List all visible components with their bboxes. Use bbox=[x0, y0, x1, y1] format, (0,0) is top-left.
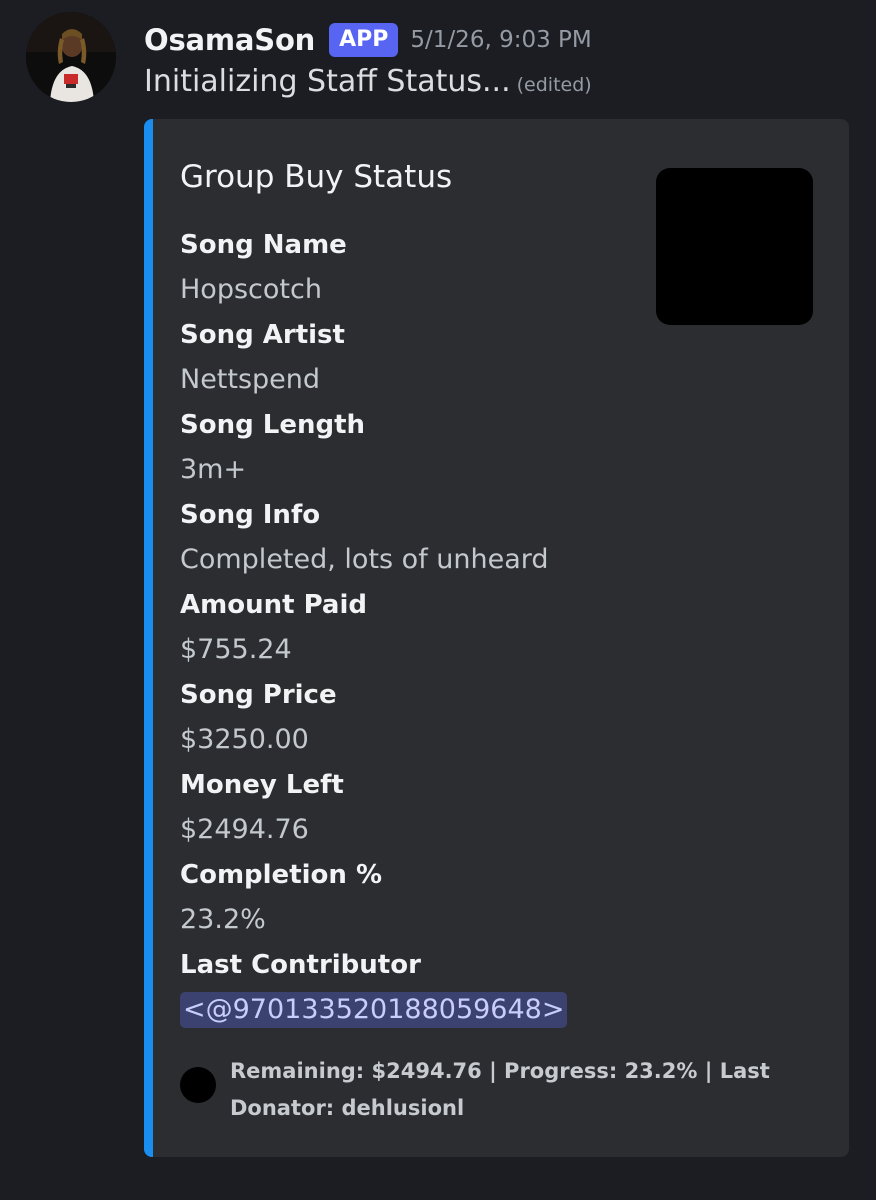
embed-title: Group Buy Status bbox=[180, 159, 453, 195]
field-value: Nettspend bbox=[180, 364, 321, 395]
field-name: Song Artist bbox=[180, 320, 345, 350]
user-mention[interactable]: <@970133520188059648> bbox=[180, 992, 568, 1028]
field-value: $2494.76 bbox=[180, 814, 309, 845]
embed-field: Money Left $2494.76 bbox=[180, 763, 800, 853]
field-value: Hopscotch bbox=[180, 274, 322, 305]
field-name: Amount Paid bbox=[180, 590, 368, 620]
footer-icon bbox=[180, 1067, 216, 1103]
message-header: OsamaSon APP 5/1/26, 9:03 PM bbox=[144, 18, 592, 62]
embed-fields: Song Name Hopscotch Song Artist Nettspen… bbox=[180, 223, 800, 1033]
embed: Group Buy Status Song Name Hopscotch Son… bbox=[144, 119, 849, 1157]
chat-message: OsamaSon APP 5/1/26, 9:03 PM Initializin… bbox=[0, 0, 876, 1200]
field-value: <@970133520188059648> bbox=[180, 987, 800, 1033]
embed-field: Song Name Hopscotch bbox=[180, 223, 800, 313]
embed-field: Song Price $3250.00 bbox=[180, 673, 800, 763]
field-value: 3m+ bbox=[180, 454, 247, 485]
field-name: Song Info bbox=[180, 500, 321, 530]
field-name: Last Contributor bbox=[180, 950, 421, 980]
field-value: $755.24 bbox=[180, 634, 292, 665]
embed-field: Last Contributor <@970133520188059648> bbox=[180, 943, 800, 1033]
field-name: Money Left bbox=[180, 770, 344, 800]
user-avatar[interactable] bbox=[26, 12, 116, 102]
field-name: Completion % bbox=[180, 860, 383, 890]
field-value: 23.2% bbox=[180, 904, 266, 935]
field-name: Song Length bbox=[180, 410, 366, 440]
edited-label: (edited) bbox=[516, 74, 592, 96]
field-name: Song Price bbox=[180, 680, 337, 710]
timestamp[interactable]: 5/1/26, 9:03 PM bbox=[410, 27, 591, 53]
username[interactable]: OsamaSon bbox=[144, 23, 315, 57]
footer-text: Remaining: $2494.76 | Progress: 23.2% | … bbox=[230, 1059, 770, 1120]
embed-field: Song Artist Nettspend bbox=[180, 313, 800, 403]
field-value: Completed, lots of unheard bbox=[180, 544, 549, 575]
app-badge: APP bbox=[329, 23, 399, 57]
message-text: Initializing Staff Status... bbox=[144, 64, 511, 99]
embed-field: Song Length 3m+ bbox=[180, 403, 800, 493]
embed-field: Completion % 23.2% bbox=[180, 853, 800, 943]
embed-accent-bar bbox=[144, 119, 153, 1157]
field-value: $3250.00 bbox=[180, 724, 309, 755]
embed-field: Song Info Completed, lots of unheard bbox=[180, 493, 800, 583]
field-name: Song Name bbox=[180, 230, 347, 260]
embed-field: Amount Paid $755.24 bbox=[180, 583, 800, 673]
message-content: Initializing Staff Status... (edited) bbox=[144, 64, 592, 99]
